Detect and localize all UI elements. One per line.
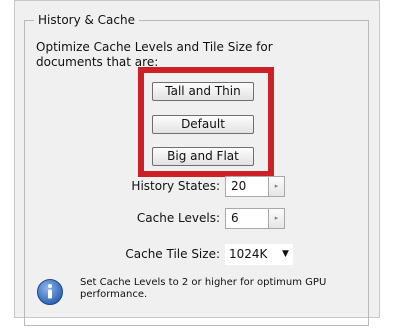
- section-title: History & Cache: [34, 12, 139, 28]
- history-states-label: History States:: [131, 179, 220, 193]
- chevron-down-icon[interactable]: ▼: [282, 244, 289, 265]
- gpu-info-message: Set Cache Levels to 2 or higher for opti…: [80, 277, 327, 300]
- optimize-description: Optimize Cache Levels and Tile Size for …: [36, 40, 273, 69]
- history-states-input[interactable]: 20: [225, 176, 269, 197]
- cache-levels-popup-arrow-icon[interactable]: ▸: [269, 208, 285, 229]
- history-states-popup-arrow-icon[interactable]: ▸: [269, 176, 285, 197]
- cache-levels-label: Cache Levels:: [136, 211, 220, 225]
- cache-levels-input[interactable]: 6: [225, 208, 269, 229]
- info-icon: [37, 279, 63, 305]
- cache-tile-size-value: 1024K: [229, 247, 268, 261]
- presets-highlight-box: [138, 67, 274, 177]
- cache-tile-size-label: Cache Tile Size:: [125, 247, 220, 261]
